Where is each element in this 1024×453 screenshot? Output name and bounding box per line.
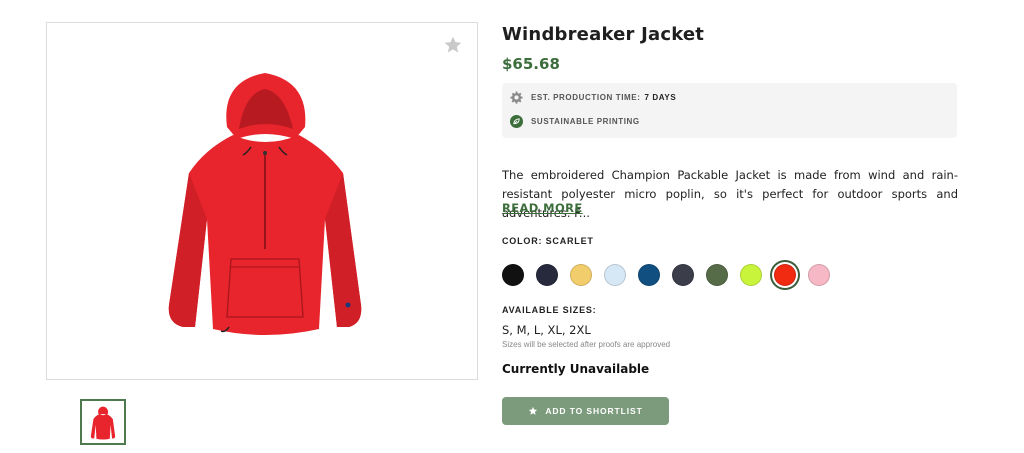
leaf-icon bbox=[510, 115, 523, 128]
jacket-thumbnail-image bbox=[90, 406, 116, 440]
color-swatch-gold[interactable] bbox=[570, 264, 592, 286]
product-title: Windbreaker Jacket bbox=[502, 24, 705, 45]
color-swatch-olive[interactable] bbox=[706, 264, 728, 286]
color-swatch-light-blue[interactable] bbox=[604, 264, 626, 286]
star-icon bbox=[529, 406, 538, 415]
production-time-row: EST. PRODUCTION TIME: 7 DAYS bbox=[510, 91, 676, 104]
production-time-value: 7 DAYS bbox=[644, 93, 677, 102]
production-time-label: EST. PRODUCTION TIME: bbox=[531, 93, 641, 102]
gear-icon bbox=[510, 91, 523, 104]
color-swatch-black[interactable] bbox=[502, 264, 524, 286]
read-more-link[interactable]: READ MORE bbox=[502, 201, 583, 215]
jacket-image bbox=[168, 73, 362, 335]
sizes-value: S, M, L, XL, 2XL bbox=[502, 323, 591, 337]
sustainable-row: SUSTAINABLE PRINTING bbox=[510, 115, 640, 128]
shortlist-button-label: ADD TO SHORTLIST bbox=[545, 406, 643, 416]
add-to-shortlist-button[interactable]: ADD TO SHORTLIST bbox=[502, 397, 669, 425]
product-main-image bbox=[46, 22, 478, 380]
favorite-star-icon[interactable] bbox=[443, 35, 463, 55]
availability-status: Currently Unavailable bbox=[502, 362, 650, 376]
product-price: $65.68 bbox=[502, 55, 560, 73]
color-swatch-charcoal[interactable] bbox=[672, 264, 694, 286]
color-swatch-pink[interactable] bbox=[808, 264, 830, 286]
color-swatch-royal[interactable] bbox=[638, 264, 660, 286]
product-thumbnail[interactable] bbox=[80, 399, 126, 445]
color-label: COLOR: SCARLET bbox=[502, 236, 594, 246]
sizes-label: AVAILABLE SIZES: bbox=[502, 305, 597, 315]
color-swatch-scarlet[interactable] bbox=[774, 264, 796, 286]
sizes-note: Sizes will be selected after proofs are … bbox=[502, 340, 671, 349]
sustainable-label: SUSTAINABLE PRINTING bbox=[531, 117, 640, 126]
production-info-box: EST. PRODUCTION TIME: 7 DAYS SUSTAINABLE… bbox=[502, 83, 957, 138]
color-swatch-navy[interactable] bbox=[536, 264, 558, 286]
color-swatches bbox=[502, 264, 842, 286]
color-swatch-lime[interactable] bbox=[740, 264, 762, 286]
